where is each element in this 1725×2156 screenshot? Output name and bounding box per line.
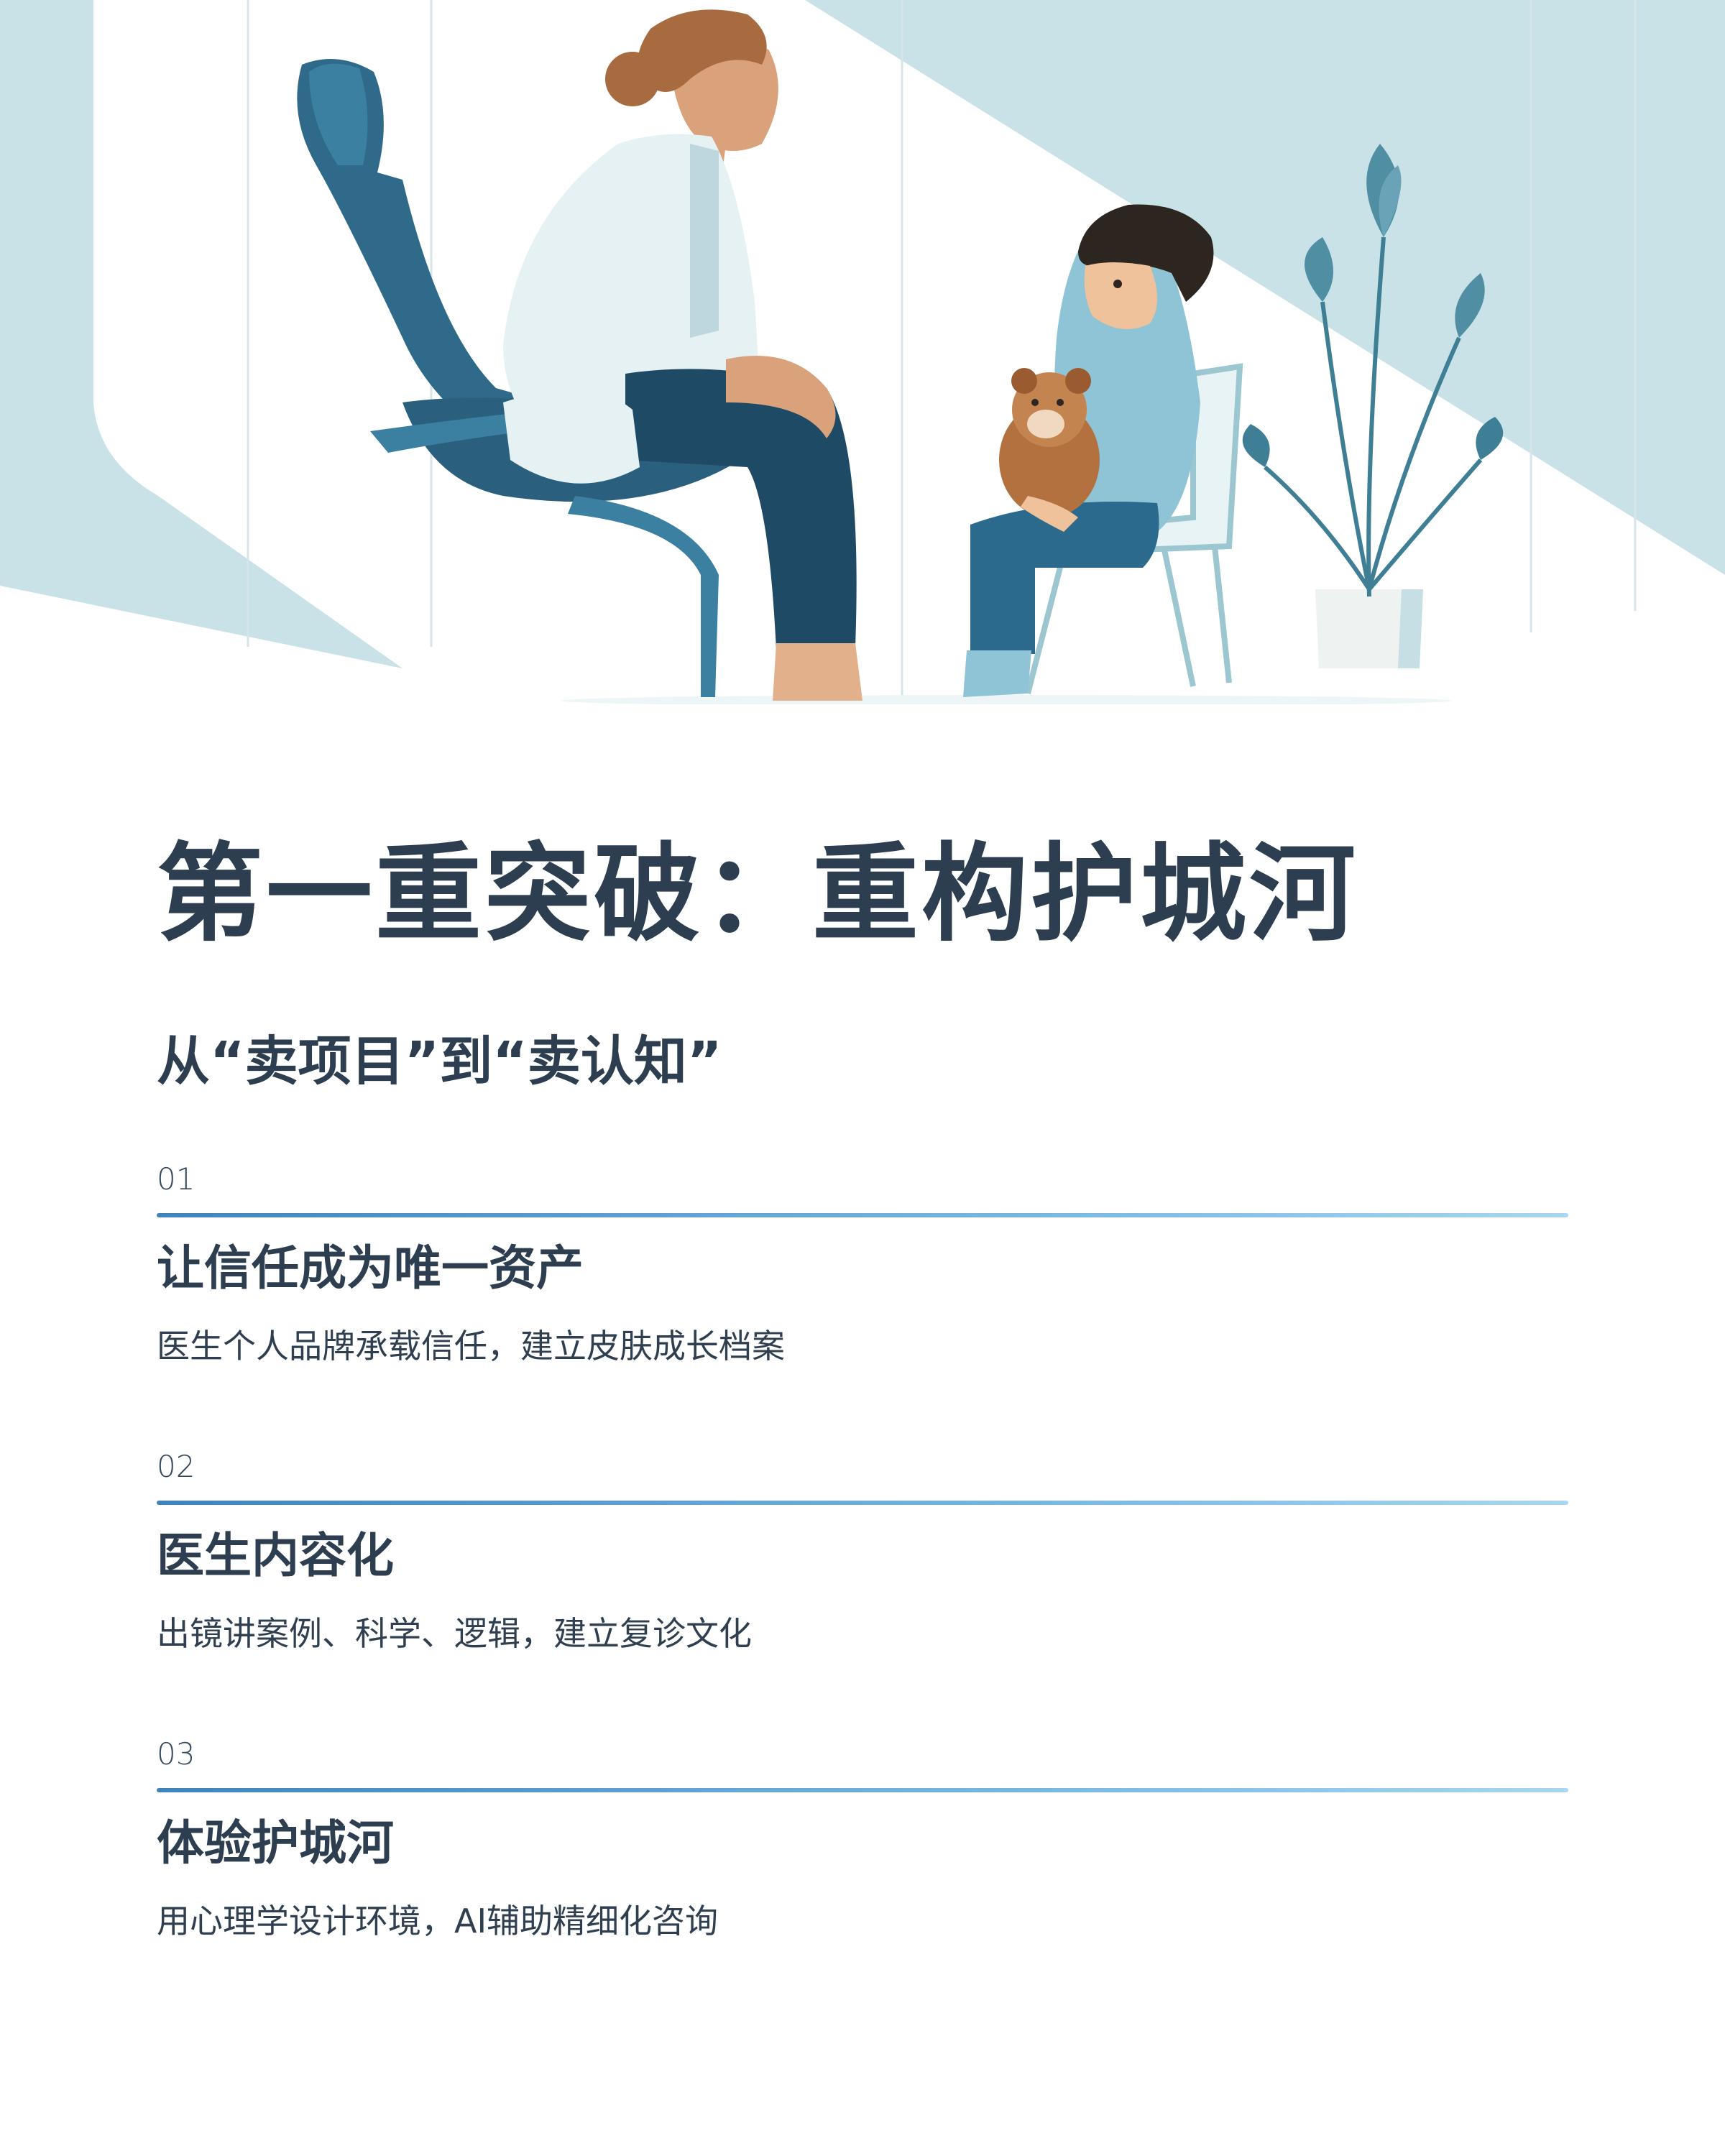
item-number: 01 xyxy=(157,1161,196,1197)
item-title: 让信任成为唯一资产 xyxy=(157,1240,584,1296)
item-description: 用心理学设计环境，AI辅助精细化咨询 xyxy=(157,1902,719,1940)
page-title: 第一重突破：重构护城河 xyxy=(157,832,1358,956)
item-description: 出镜讲案例、科学、逻辑，建立复诊文化 xyxy=(157,1614,752,1653)
divider xyxy=(157,1213,1568,1217)
list-item: 01 让信任成为唯一资产 医生个人品牌承载信任，建立皮肤成长档案 xyxy=(157,1164,1568,1363)
page-subtitle: 从“卖项目”到“卖认知” xyxy=(157,1031,722,1092)
list-item: 03 体验护城河 用心理学设计环境，AI辅助精细化咨询 xyxy=(157,1739,1568,1938)
item-title: 医生内容化 xyxy=(157,1528,394,1583)
item-number: 03 xyxy=(157,1736,196,1772)
divider xyxy=(157,1788,1568,1792)
divider xyxy=(157,1501,1568,1505)
item-number: 02 xyxy=(157,1449,196,1484)
list-item: 02 医生内容化 出镜讲案例、科学、逻辑，建立复诊文化 xyxy=(157,1452,1568,1650)
item-description: 医生个人品牌承载信任，建立皮肤成长档案 xyxy=(157,1327,785,1365)
item-title: 体验护城河 xyxy=(157,1815,394,1871)
